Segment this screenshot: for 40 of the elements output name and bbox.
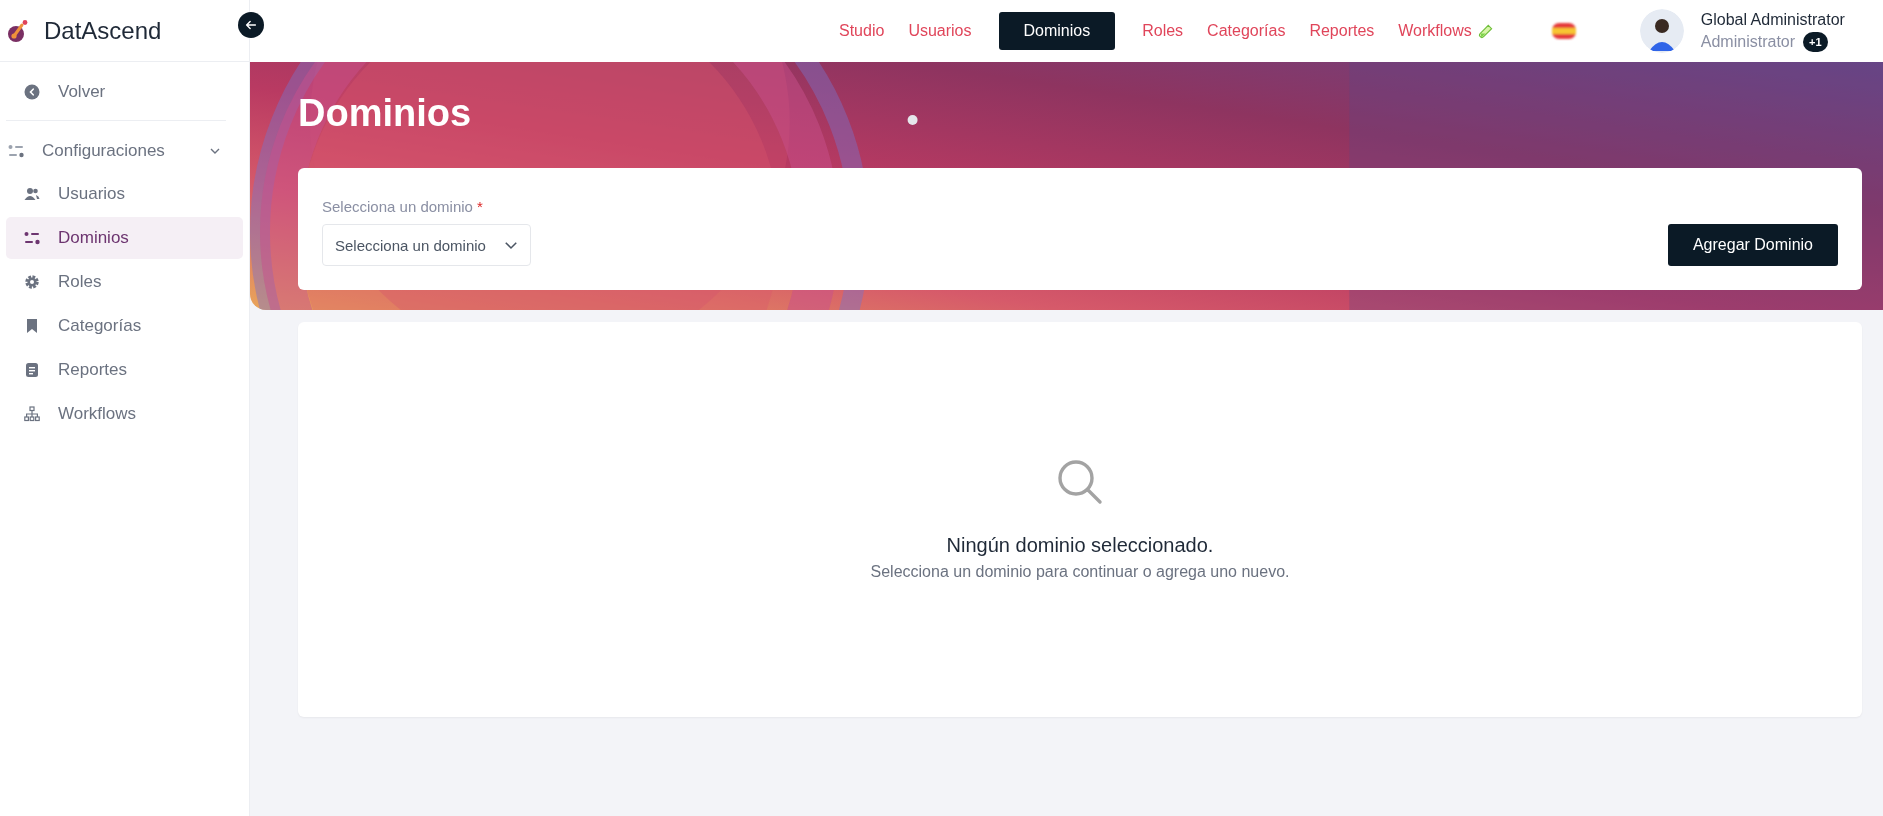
nav-link[interactable]: Roles xyxy=(1133,12,1193,50)
sidebar-item[interactable]: Usuarios xyxy=(6,173,243,215)
brand-name: DatAscend xyxy=(44,16,162,45)
sidebar-item[interactable]: Reportes xyxy=(6,349,243,391)
logo-icon xyxy=(6,18,30,43)
sidebar-item[interactable]: Workflows xyxy=(6,393,243,435)
flag-icon[interactable] xyxy=(1549,20,1578,42)
domain-select[interactable]: Selecciona un dominio xyxy=(322,224,531,266)
back-link[interactable]: Volver xyxy=(6,70,243,114)
collapse-button[interactable] xyxy=(238,12,264,38)
test-tube-icon xyxy=(1477,23,1493,39)
chevron-left-icon xyxy=(24,84,40,100)
sidebar-item[interactable]: Categorías xyxy=(6,305,243,347)
sidebar-item[interactable]: Dominios xyxy=(6,217,243,259)
nav-link[interactable]: Workflows xyxy=(1389,12,1502,50)
section-toggle[interactable]: Configuraciones xyxy=(6,129,243,173)
gear-icon xyxy=(24,274,40,290)
user-name: Global Administrator xyxy=(1700,10,1845,29)
role-count-badge: +1 xyxy=(1803,31,1828,52)
sliders-icon xyxy=(24,230,40,246)
bookmark-icon xyxy=(24,318,40,334)
nav-link[interactable]: Reportes xyxy=(1300,12,1384,50)
nav-link[interactable]: Dominios xyxy=(998,12,1116,50)
sliders-icon xyxy=(8,143,24,159)
sidebar-item[interactable]: Roles xyxy=(6,261,243,303)
user-role: Administrator xyxy=(1700,32,1796,51)
nav-link[interactable]: Usuarios xyxy=(899,12,981,50)
avatar[interactable] xyxy=(1639,9,1684,53)
add-domain-button[interactable]: Agregar Dominio xyxy=(1667,224,1838,266)
empty-title: Ningún dominio seleccionado. xyxy=(946,534,1214,557)
document-icon xyxy=(24,362,40,378)
arrow-left-icon xyxy=(244,18,258,32)
sitemap-icon xyxy=(24,406,40,422)
nav-link[interactable]: Studio xyxy=(830,12,894,50)
page-title: Dominios xyxy=(298,92,473,136)
empty-message: Selecciona un dominio para continuar o agrega uno nuevo. xyxy=(870,563,1290,581)
search-icon xyxy=(1056,458,1104,506)
users-icon xyxy=(24,186,40,202)
nav-link[interactable]: Categorías xyxy=(1198,12,1295,50)
field-label: Selecciona un dominio * xyxy=(322,198,484,215)
